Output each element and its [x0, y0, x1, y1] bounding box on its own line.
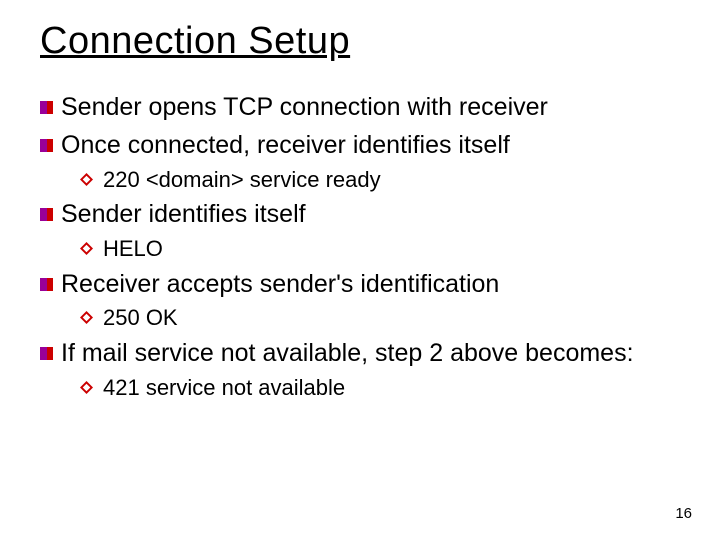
list-item: 421 service not available — [80, 373, 680, 403]
list-item-text: Receiver accepts sender's identification — [61, 268, 680, 302]
slide-content: Sender opens TCP connection with receive… — [40, 91, 680, 403]
page-number: 16 — [675, 505, 692, 522]
slide-title: Connection Setup — [40, 20, 680, 63]
list-item-text: 421 service not available — [103, 373, 680, 403]
square-bullet-icon — [40, 347, 53, 360]
list-item: Sender opens TCP connection with receive… — [40, 91, 680, 125]
diamond-bullet-icon — [80, 173, 93, 186]
list-item: HELO — [80, 234, 680, 264]
list-item: 250 OK — [80, 303, 680, 333]
list-item-text: 250 OK — [103, 303, 680, 333]
list-item-text: Sender identifies itself — [61, 198, 680, 232]
list-item: If mail service not available, step 2 ab… — [40, 337, 680, 371]
square-bullet-icon — [40, 278, 53, 291]
diamond-bullet-icon — [80, 311, 93, 324]
list-item-text: Once connected, receiver identifies itse… — [61, 129, 680, 163]
list-item: Sender identifies itself — [40, 198, 680, 232]
square-bullet-icon — [40, 208, 53, 221]
list-item: Once connected, receiver identifies itse… — [40, 129, 680, 163]
square-bullet-icon — [40, 101, 53, 114]
list-item-text: Sender opens TCP connection with receive… — [61, 91, 680, 125]
list-item: 220 <domain> service ready — [80, 165, 680, 195]
slide: Connection Setup Sender opens TCP connec… — [0, 0, 720, 540]
diamond-bullet-icon — [80, 381, 93, 394]
list-item: Receiver accepts sender's identification — [40, 268, 680, 302]
square-bullet-icon — [40, 139, 53, 152]
list-item-text: 220 <domain> service ready — [103, 165, 680, 195]
diamond-bullet-icon — [80, 242, 93, 255]
list-item-text: If mail service not available, step 2 ab… — [61, 337, 680, 371]
list-item-text: HELO — [103, 234, 680, 264]
